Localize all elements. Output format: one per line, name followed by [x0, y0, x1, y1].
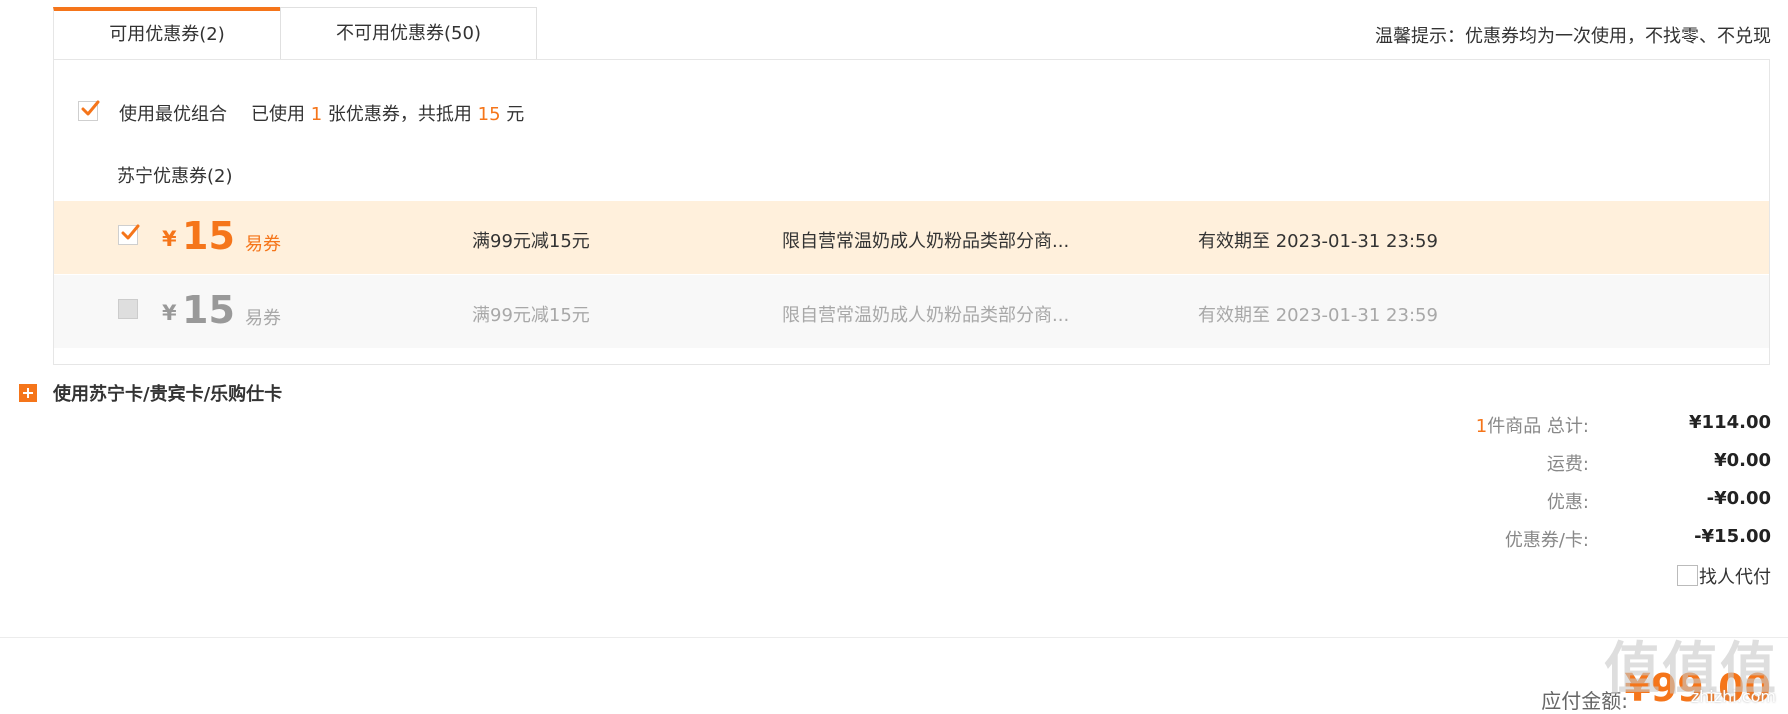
used-mid: 张优惠券，共抵用: [327, 104, 472, 125]
best-combo-summary: 已使用 1 张优惠券，共抵用 15 元: [251, 100, 524, 126]
offset-amount: 15: [477, 104, 501, 125]
best-combo-checkbox[interactable]: [78, 100, 100, 121]
used-prefix: 已使用: [251, 104, 305, 125]
items-count: 1: [1475, 416, 1488, 437]
offset-unit: 元: [506, 104, 525, 125]
coupon-amount: 15: [182, 288, 235, 332]
tab-unavailable-label: 不可用优惠券(50): [336, 23, 481, 44]
coupon-scope: 限自营常温奶成人奶粉品类部分商...: [782, 231, 1070, 252]
coupon-row: ¥ 15 易券 满99元减15元 限自营常温奶成人奶粉品类部分商... 有效期至…: [54, 275, 1769, 348]
pay-for-me-checkbox[interactable]: [1677, 565, 1698, 586]
pay-for-me-label[interactable]: 找人代付: [1699, 563, 1771, 589]
coupon-tip: 温馨提示：优惠券均为一次使用，不找零、不兑现: [1375, 26, 1771, 47]
shipping-value: ¥0.00: [1714, 450, 1771, 471]
coupon-amount: 15: [182, 214, 235, 258]
discount-value: -¥0.00: [1706, 488, 1771, 509]
coupon-deduction-value: -¥15.00: [1694, 526, 1771, 547]
used-count: 1: [310, 104, 323, 125]
watermark-url: zhizhi.com: [1690, 687, 1776, 706]
coupon-row[interactable]: ¥ 15 易券 满99元减15元 限自营常温奶成人奶粉品类部分商... 有效期至…: [54, 201, 1769, 274]
coupon-type: 易券: [245, 308, 281, 329]
checkmark-icon: [121, 224, 140, 240]
coupon-condition: 满99元减15元: [472, 231, 590, 252]
tab-available-coupons[interactable]: 可用优惠券(2): [53, 7, 280, 59]
coupon-scope: 限自营常温奶成人奶粉品类部分商...: [782, 305, 1070, 326]
coupon-currency: ¥: [162, 227, 177, 251]
coupon-validity: 有效期至 2023-01-31 23:59: [1198, 305, 1438, 326]
coupon-deduction-label: 优惠券/卡:: [1504, 530, 1589, 551]
tab-available-label: 可用优惠券(2): [109, 24, 225, 45]
coupon-checkbox: [118, 299, 138, 319]
tab-unavailable-coupons[interactable]: 不可用优惠券(50): [280, 7, 537, 59]
discount-label: 优惠:: [1546, 492, 1589, 513]
coupon-type: 易券: [245, 234, 281, 255]
use-card-option[interactable]: 使用苏宁卡/贵宾卡/乐购仕卡: [53, 380, 282, 406]
shipping-label: 运费:: [1546, 454, 1589, 475]
best-combo-label: 使用最优组合: [119, 104, 227, 125]
coupon-currency: ¥: [162, 301, 177, 325]
coupon-group-title: 苏宁优惠券(2): [117, 166, 233, 187]
divider: [0, 637, 1788, 638]
checkmark-icon: [81, 100, 100, 116]
items-total-value: ¥114.00: [1689, 412, 1771, 433]
coupon-validity: 有效期至 2023-01-31 23:59: [1198, 231, 1438, 252]
items-label-text: 件商品 总计:: [1487, 416, 1589, 437]
coupon-condition: 满99元减15元: [472, 305, 590, 326]
expand-plus-icon[interactable]: [19, 384, 37, 402]
coupon-checkbox[interactable]: [118, 224, 140, 245]
items-total-label: 1件商品 总计:: [1476, 412, 1589, 438]
